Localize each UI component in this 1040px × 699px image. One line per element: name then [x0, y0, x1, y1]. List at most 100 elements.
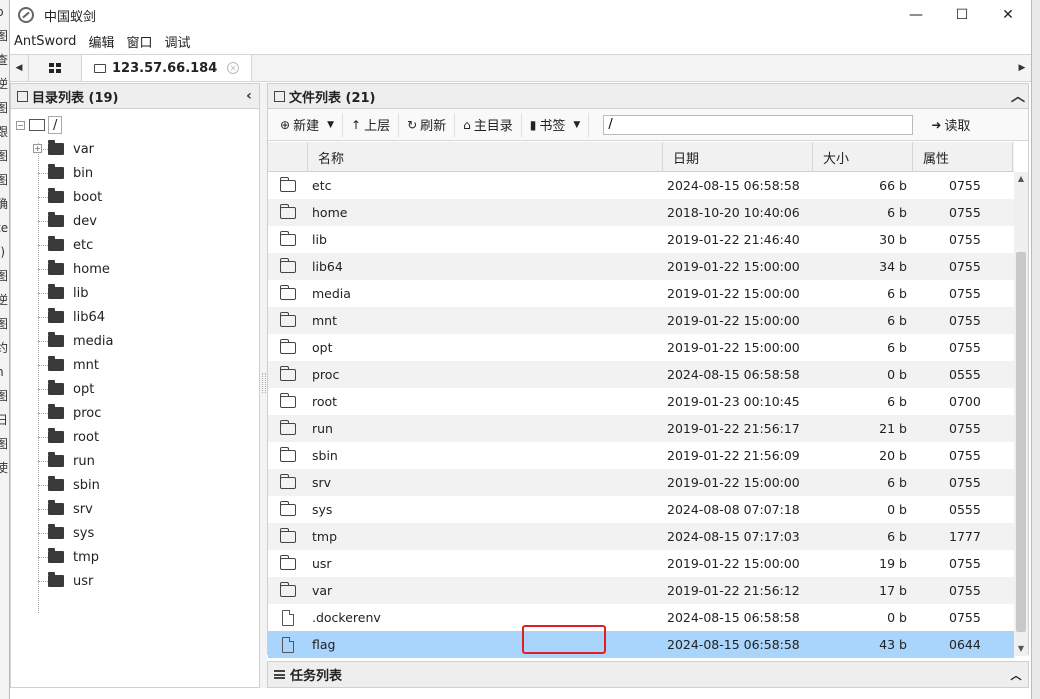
scroll-up-icon[interactable]: ▲ — [1014, 172, 1028, 186]
table-row[interactable]: lib 2019-01-22 21:46:40 30 b 0755 — [268, 226, 1014, 253]
tree-connector — [38, 485, 48, 486]
table-row[interactable]: media 2019-01-22 15:00:00 6 b 0755 — [268, 280, 1014, 307]
file-date: 2019-01-22 15:00:00 — [667, 556, 800, 571]
scroll-down-icon[interactable]: ▼ — [1014, 642, 1028, 656]
tree-item-srv[interactable]: srv — [11, 497, 259, 521]
file-attr: 0755 — [949, 583, 981, 598]
table-row[interactable]: usr 2019-01-22 15:00:00 19 b 0755 — [268, 550, 1014, 577]
folder-icon — [29, 119, 45, 131]
maximize-button[interactable]: ☐ — [939, 0, 985, 30]
tree-item-home[interactable]: home — [11, 257, 259, 281]
table-row[interactable]: .dockerenv 2024-08-15 06:58:58 0 b 0755 — [268, 604, 1014, 631]
collapse-up-icon[interactable]: ︿ — [1008, 86, 1028, 106]
tree-item-label: bin — [73, 165, 94, 181]
background-right-edge — [1032, 0, 1040, 699]
tree-item-proc[interactable]: proc — [11, 401, 259, 425]
column-size[interactable]: 大小 — [813, 142, 913, 172]
file-attr: 0755 — [949, 178, 981, 193]
menu-window[interactable]: 窗口 — [126, 32, 152, 51]
file-name: opt — [312, 340, 333, 355]
folder-icon — [48, 140, 64, 155]
table-row[interactable]: home 2018-10-20 10:40:06 6 b 0755 — [268, 199, 1014, 226]
file-size: 34 b — [879, 259, 907, 274]
file-list-scrollbar[interactable]: ▲ ▼ — [1014, 172, 1028, 656]
tree-item-media[interactable]: media — [11, 329, 259, 353]
tree-item-mnt[interactable]: mnt — [11, 353, 259, 377]
tab-scroll-left-icon[interactable]: ◀ — [10, 55, 28, 81]
tab-home[interactable] — [28, 55, 82, 81]
menu-edit[interactable]: 编辑 — [88, 32, 114, 51]
table-row[interactable]: opt 2019-01-22 15:00:00 6 b 0755 — [268, 334, 1014, 361]
scrollbar-thumb[interactable] — [1016, 252, 1026, 632]
expand-up-icon[interactable]: ︿ — [1004, 667, 1028, 683]
tab-scroll-right-icon[interactable]: ▶ — [1013, 55, 1031, 81]
expand-toggle-icon[interactable]: + — [33, 144, 42, 153]
table-row[interactable]: srv 2019-01-22 15:00:00 6 b 0755 — [268, 469, 1014, 496]
tree-item-var[interactable]: + var — [11, 137, 259, 161]
tab-strip: ◀ 123.57.66.184 ✕ ▶ — [10, 54, 1031, 82]
column-attr[interactable]: 属性 — [913, 142, 1013, 172]
table-row[interactable]: mnt 2019-01-22 15:00:00 6 b 0755 — [268, 307, 1014, 334]
tree-connector — [38, 557, 48, 558]
main-panes: 目录列表 (19) ‹ − / + var bin boot dev etc home lib… — [10, 83, 1031, 699]
menu-antsword[interactable]: AntSword — [14, 34, 76, 49]
tree-item-sbin[interactable]: sbin — [11, 473, 259, 497]
table-row[interactable]: sys 2024-08-08 07:07:18 0 b 0555 — [268, 496, 1014, 523]
tree-item-lib[interactable]: lib — [11, 281, 259, 305]
arrow-up-icon: ↑ — [351, 117, 362, 132]
table-row[interactable]: var 2019-01-22 21:56:12 17 b 0755 — [268, 577, 1014, 604]
tab-shell-session[interactable]: 123.57.66.184 ✕ — [82, 55, 253, 81]
path-input[interactable] — [603, 114, 914, 135]
column-date[interactable]: 日期 — [663, 142, 813, 172]
table-row[interactable]: run 2019-01-22 21:56:17 21 b 0755 — [268, 415, 1014, 442]
tree-item-opt[interactable]: opt — [11, 377, 259, 401]
tree-item-tmp[interactable]: tmp — [11, 545, 259, 569]
minimize-button[interactable]: — — [893, 0, 939, 30]
table-row[interactable]: flag 2024-08-15 06:58:58 43 b 0644 — [268, 631, 1014, 658]
file-name: sbin — [312, 448, 338, 463]
tree-item-root[interactable]: root — [11, 425, 259, 449]
bookmark-button[interactable]: ▮ 书签 ▼ — [522, 112, 590, 137]
table-row[interactable]: lib64 2019-01-22 15:00:00 34 b 0755 — [268, 253, 1014, 280]
table-row[interactable]: tmp 2024-08-15 07:17:03 6 b 1777 — [268, 523, 1014, 550]
tree-item-etc[interactable]: etc — [11, 233, 259, 257]
file-name: etc — [312, 178, 332, 193]
menu-debug[interactable]: 调试 — [164, 32, 190, 51]
column-name[interactable]: 名称 — [308, 142, 663, 172]
tree-root-label[interactable]: / — [48, 116, 63, 134]
refresh-button[interactable]: ↻ 刷新 — [399, 112, 456, 137]
folder-icon — [268, 577, 308, 604]
collapse-left-icon[interactable]: ‹ — [239, 88, 259, 104]
folder-icon — [48, 524, 64, 539]
directory-pane-title: 目录列表 (19) — [32, 90, 119, 106]
file-name: sys — [312, 502, 333, 517]
file-date: 2019-01-23 00:10:45 — [667, 394, 800, 409]
tree-item-label: root — [73, 429, 100, 445]
tab-close-icon[interactable]: ✕ — [227, 62, 240, 74]
up-button[interactable]: ↑ 上层 — [343, 112, 400, 137]
folder-icon — [48, 476, 64, 491]
file-size: 30 b — [879, 232, 907, 247]
tree-root[interactable]: − / — [11, 113, 259, 137]
home-button[interactable]: ⌂ 主目录 — [455, 112, 522, 137]
tree-item-sys[interactable]: sys — [11, 521, 259, 545]
file-date: 2019-01-22 15:00:00 — [667, 313, 800, 328]
tree-item-usr[interactable]: usr — [11, 569, 259, 593]
collapse-toggle-icon[interactable]: − — [16, 120, 25, 130]
file-size: 6 b — [887, 340, 907, 355]
tree-item-run[interactable]: run — [11, 449, 259, 473]
folder-icon — [48, 572, 64, 587]
close-button[interactable]: ✕ — [985, 0, 1031, 30]
tree-item-bin[interactable]: bin — [11, 161, 259, 185]
new-button[interactable]: ⊕ 新建 ▼ — [272, 112, 343, 137]
tree-item-boot[interactable]: boot — [11, 185, 259, 209]
file-date: 2019-01-22 15:00:00 — [667, 286, 800, 301]
table-row[interactable]: root 2019-01-23 00:10:45 6 b 0700 — [268, 388, 1014, 415]
tree-item-lib64[interactable]: lib64 — [11, 305, 259, 329]
pane-splitter[interactable] — [260, 83, 267, 688]
table-row[interactable]: proc 2024-08-15 06:58:58 0 b 0555 — [268, 361, 1014, 388]
table-row[interactable]: etc 2024-08-15 06:58:58 66 b 0755 — [268, 172, 1014, 199]
tree-item-dev[interactable]: dev — [11, 209, 259, 233]
read-button[interactable]: ➜ 读取 — [923, 113, 978, 137]
table-row[interactable]: sbin 2019-01-22 21:56:09 20 b 0755 — [268, 442, 1014, 469]
